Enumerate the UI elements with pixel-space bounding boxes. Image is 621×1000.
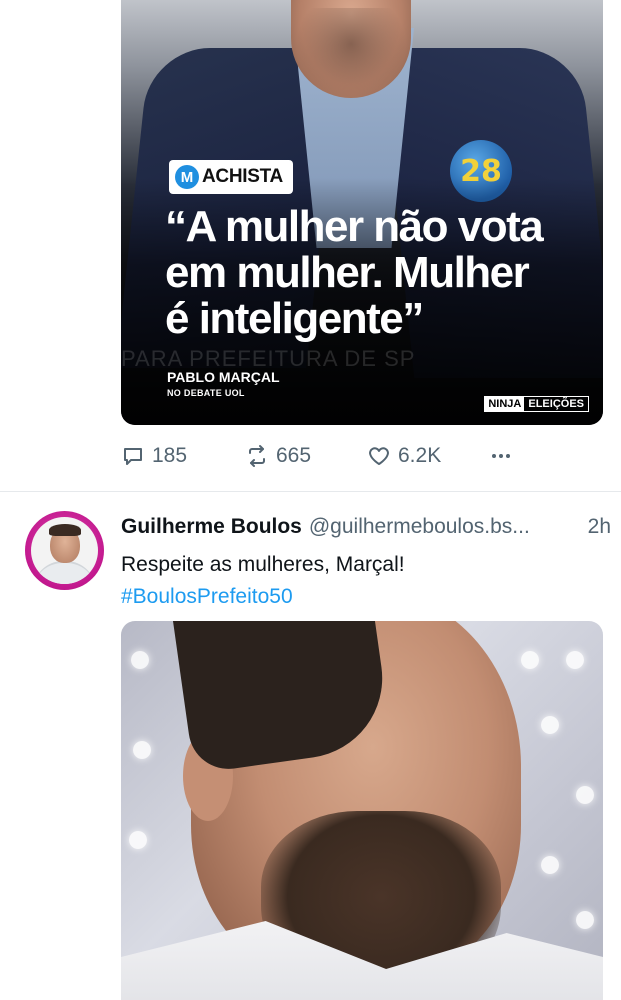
avatar-photo [31,517,98,584]
tweet1-media-image[interactable]: 28 M ACHISTA PARA PREFEITURA DE SP “A mu… [121,0,603,425]
background-sparkle [133,741,151,759]
tweet-divider [0,491,621,492]
quote-text: “A mulher não vota em mulher. Mulher é i… [165,204,585,342]
tweet2-media-image[interactable] [121,621,603,1000]
reply-count: 185 [152,444,188,467]
author-handle[interactable]: @guilhermeboulos.bs... [309,515,561,539]
like-button[interactable]: 6.2K [367,440,441,472]
background-sparkle [576,911,594,929]
more-icon [492,454,510,458]
tweet-text: Respeite as mulheres, Marçal! [121,553,405,576]
speaker-name: PABLO MARÇAL [167,369,280,385]
background-sparkle [541,856,559,874]
retweet-icon [249,445,265,467]
hashtag-link[interactable]: #BoulosPrefeito50 [121,582,293,611]
retweet-button[interactable]: 665 [245,440,311,472]
more-button[interactable] [489,440,513,472]
author-name[interactable]: Guilherme Boulos [121,515,302,539]
like-count: 6.2K [398,444,442,467]
tag-letter-icon: M [175,165,199,189]
background-sparkle [541,716,559,734]
retweet-count: 665 [276,444,312,467]
like-icon [369,447,389,465]
tweet-timestamp[interactable]: 2h [588,515,611,539]
quote-line: “A mulher não vota [165,202,544,251]
background-sparkle [129,831,147,849]
brand-left: NINJA [485,397,525,411]
tweet1-action-bar: 185 665 6.2K [121,440,521,472]
speaker-context: NO DEBATE UOL [167,388,245,398]
background-sparkle [566,651,584,669]
avatar[interactable] [25,511,104,590]
tweet2-header: Guilherme Boulos @guilhermeboulos.bs... … [121,515,611,545]
brand-right: ELEIÇÕES [528,398,584,410]
reply-icon [124,448,142,465]
brand-logo: NINJA ELEIÇÕES [484,396,589,412]
background-sparkle [521,651,539,669]
avatar-shoulders [33,561,96,584]
avatar-hair [49,524,81,536]
background-sparkle [131,651,149,669]
background-sparkle [576,786,594,804]
reply-button[interactable]: 185 [121,440,187,472]
quote-line: em mulher. Mulher [165,248,530,297]
quote-line: é inteligente” [165,294,424,343]
tag-text: ACHISTA [202,166,283,187]
machista-tag: M ACHISTA [169,160,293,194]
